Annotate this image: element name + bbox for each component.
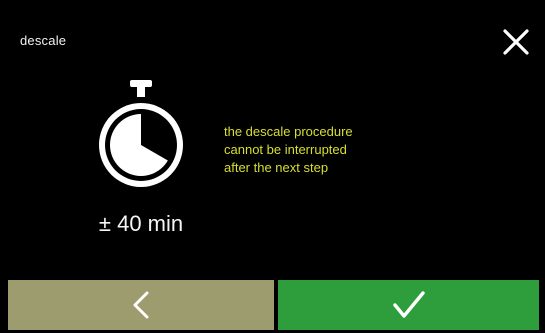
checkmark-icon [392,291,425,318]
warning-line: after the next step [224,160,329,175]
warning-message: the descale procedure cannot be interrup… [224,123,464,177]
close-button[interactable] [496,22,536,62]
chevron-left-icon [133,291,149,319]
warning-line: cannot be interrupted [224,142,347,157]
descale-screen: descale ± 40 min the descale procedure c… [0,0,545,333]
duration-label: ± 40 min [98,211,184,236]
stopwatch-icon [95,80,187,192]
back-button[interactable] [8,280,274,330]
footer-bar [0,280,545,333]
warning-line: the descale procedure [224,124,353,139]
page-title: descale [20,33,67,48]
confirm-button[interactable] [278,280,539,330]
close-icon [503,29,529,55]
